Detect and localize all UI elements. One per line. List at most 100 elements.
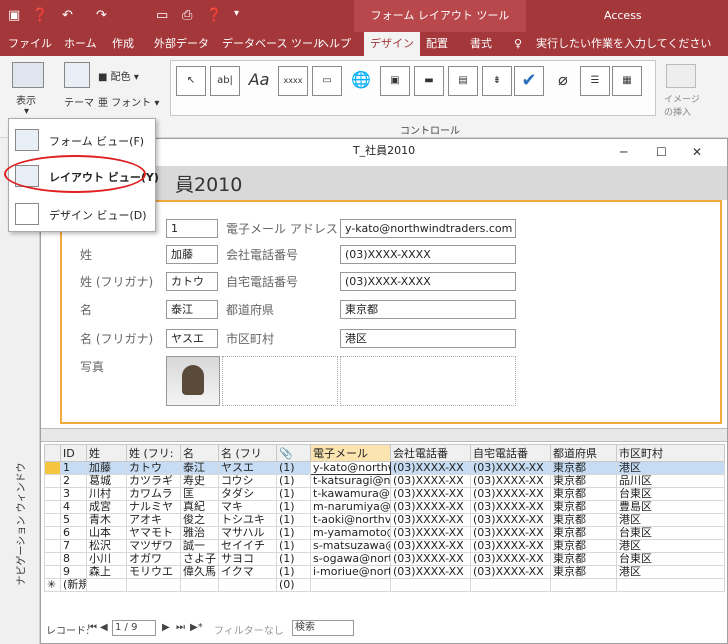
field-last[interactable]: 加藤: [166, 245, 218, 264]
next-record-button[interactable]: ▶: [162, 622, 170, 633]
row-selector[interactable]: [44, 461, 61, 475]
table-cell[interactable]: (03)XXXX-XX: [390, 500, 471, 514]
table-cell[interactable]: 8: [60, 552, 87, 566]
chart-icon[interactable]: ▦: [612, 66, 642, 96]
col-header-work-phone[interactable]: 会社電話番: [390, 444, 471, 462]
table-cell[interactable]: タダシ: [218, 487, 277, 501]
table-cell[interactable]: 葛城: [86, 474, 127, 488]
table-cell[interactable]: 東京都: [550, 461, 617, 475]
table-cell[interactable]: 山本: [86, 526, 127, 540]
table-cell[interactable]: 東京都: [550, 474, 617, 488]
save-icon[interactable]: ▣: [8, 8, 20, 23]
tab-home[interactable]: ホーム: [64, 32, 97, 56]
table-cell[interactable]: (03)XXXX-XX: [390, 474, 471, 488]
table-cell[interactable]: (03)XXXX-XX: [470, 552, 551, 566]
table-cell[interactable]: 森上: [86, 565, 127, 579]
select-icon[interactable]: ↖: [176, 66, 206, 96]
table-cell[interactable]: 東京都: [550, 487, 617, 501]
table-cell[interactable]: さよ子: [180, 552, 219, 566]
table-cell[interactable]: ナルミヤ: [126, 500, 181, 514]
table-cell[interactable]: 6: [60, 526, 87, 540]
table-cell[interactable]: 港区: [616, 539, 725, 553]
redo-icon[interactable]: ↷: [96, 8, 107, 23]
web-browser-icon[interactable]: ▣: [380, 66, 410, 96]
table-cell[interactable]: (03)XXXX-XX: [390, 513, 471, 527]
table-cell[interactable]: s-matsuzawa@: [310, 539, 391, 553]
table-cell[interactable]: (03)XXXX-XX: [390, 487, 471, 501]
table-cell[interactable]: ヤマモト: [126, 526, 181, 540]
table-cell[interactable]: 松沢: [86, 539, 127, 553]
table-cell[interactable]: (03)XXXX-XX: [470, 565, 551, 579]
field-first-kana[interactable]: ヤスエ: [166, 329, 218, 348]
col-header-last[interactable]: 姓: [86, 444, 127, 462]
customize-icon[interactable]: ▾: [234, 8, 239, 19]
row-selector[interactable]: [44, 539, 61, 553]
textbox-icon[interactable]: ab|: [210, 66, 240, 96]
tab-format[interactable]: 書式: [470, 32, 492, 56]
col-header-email[interactable]: 電子メール: [310, 444, 391, 462]
menu-item-form-view[interactable]: フォーム ビュー(F): [15, 127, 153, 155]
table-cell[interactable]: マツザワ: [126, 539, 181, 553]
table-cell[interactable]: 東京都: [550, 552, 617, 566]
table-cell[interactable]: 東京都: [550, 539, 617, 553]
theme-button[interactable]: テーマ: [64, 94, 94, 109]
theme-icon[interactable]: [64, 62, 90, 88]
table-cell[interactable]: カワムラ: [126, 487, 181, 501]
first-record-button[interactable]: ⏮: [88, 622, 97, 633]
table-cell[interactable]: 青木: [86, 513, 127, 527]
tab-help[interactable]: ヘルプ: [318, 32, 351, 56]
table-cell[interactable]: 豊島区: [616, 500, 725, 514]
table-cell[interactable]: 9: [60, 565, 87, 579]
table-cell[interactable]: 東京都: [550, 565, 617, 579]
table-cell[interactable]: 匡: [180, 487, 219, 501]
attachment-icon[interactable]: ⌀: [548, 66, 578, 96]
field-first[interactable]: 泰江: [166, 300, 218, 319]
prev-record-button[interactable]: ◀: [100, 622, 108, 633]
table-cell[interactable]: (03)XXXX-XX: [390, 552, 471, 566]
label-icon[interactable]: Aa: [244, 66, 274, 96]
table-cell[interactable]: m-narumiya@r: [310, 500, 391, 514]
table-cell[interactable]: m-yamamoto@: [310, 526, 391, 540]
table-cell[interactable]: t-aoki@northv: [310, 513, 391, 527]
col-header-city[interactable]: 市区町村: [616, 444, 725, 462]
field-home-phone[interactable]: (03)XXXX-XXXX: [340, 272, 516, 291]
open-icon[interactable]: ▭: [156, 8, 168, 23]
table-row[interactable]: 1 加藤 カトウ 泰江 ヤスエ (1) y-kato@northw (03)XXXX-XX (0…: [44, 461, 725, 475]
table-cell[interactable]: t-kawamura@r: [310, 487, 391, 501]
table-cell[interactable]: [180, 578, 219, 592]
view-icon[interactable]: [12, 62, 44, 88]
field-work-phone[interactable]: (03)XXXX-XXXX: [340, 245, 516, 264]
table-cell[interactable]: 東京都: [550, 513, 617, 527]
close-icon[interactable]: ✕: [692, 145, 702, 159]
table-cell[interactable]: (03)XXXX-XX: [470, 513, 551, 527]
tab-control-icon[interactable]: ▭: [312, 66, 342, 96]
table-row[interactable]: 6 山本 ヤマモト 雅治 マサハル (1) m-yamamoto@ (03)XXXX-XX (0…: [44, 526, 725, 540]
view-button[interactable]: 表示: [16, 92, 36, 107]
button-icon[interactable]: xxxx: [278, 66, 308, 96]
table-row[interactable]: 8 小川 オガワ さよ子 サヨコ (1) s-ogawa@nortl (03)XXXX-XX(…: [44, 552, 725, 566]
table-cell[interactable]: i-moriue@nort: [310, 565, 391, 579]
image-icon[interactable]: [666, 64, 696, 88]
table-cell[interactable]: [390, 578, 471, 592]
table-cell[interactable]: 台東区: [616, 487, 725, 501]
tab-create[interactable]: 作成: [112, 32, 134, 56]
table-cell[interactable]: y-kato@northw: [310, 461, 391, 475]
table-cell[interactable]: 真紀: [180, 500, 219, 514]
table-row[interactable]: 3 川村 カワムラ匡タダシ (1) t-kawamura@r (03)XXXX-XX (03…: [44, 487, 725, 501]
last-record-button[interactable]: ⏭: [176, 622, 185, 633]
table-row[interactable]: 7 松沢 マツザワ 誠一 セイイチ (1) s-matsuzawa@ (03)XXXX-XX(…: [44, 539, 725, 553]
field-email[interactable]: y-kato@northwindtraders.com: [340, 219, 516, 238]
new-row-label[interactable]: (新規: [60, 578, 87, 592]
table-cell[interactable]: (1): [276, 487, 311, 501]
table-cell[interactable]: 7: [60, 539, 87, 553]
table-cell[interactable]: (03)XXXX-XX: [470, 487, 551, 501]
current-record-input[interactable]: 1 / 9: [112, 620, 156, 636]
font-button[interactable]: 亜 フォント ▾: [98, 94, 159, 109]
table-cell[interactable]: セイイチ: [218, 539, 277, 553]
table-cell[interactable]: (0): [276, 578, 311, 592]
checkbox-icon[interactable]: ✔: [514, 66, 544, 96]
photo-field[interactable]: [166, 356, 220, 406]
table-cell[interactable]: (1): [276, 539, 311, 553]
table-cell[interactable]: (03)XXXX-XX: [390, 461, 471, 475]
print-preview-icon[interactable]: ⎙: [182, 8, 192, 23]
